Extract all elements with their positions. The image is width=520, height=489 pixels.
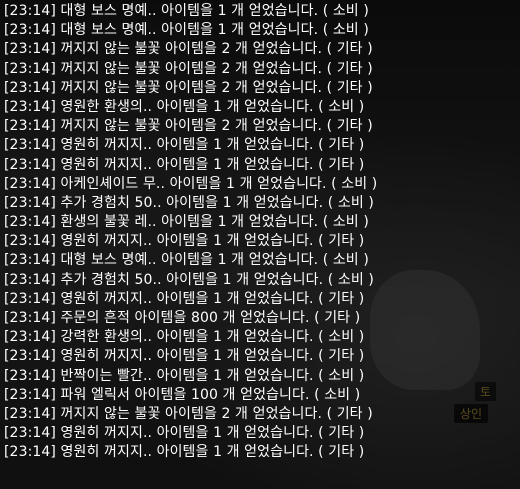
chat-line: [23:14] 영원히 꺼지지.. 아이템을 1 개 얻었습니다. ( 기타 ) [4, 444, 365, 461]
chat-line: [23:14] 아케인셰이드 무.. 아이템을 1 개 얻었습니다. ( 소비 … [4, 175, 378, 192]
chat-line: [23:14] 환생의 불꽃 레.. 아이템을 1 개 얻었습니다. ( 소비 … [4, 214, 369, 231]
chat-line: [23:14] 영원히 꺼지지.. 아이템을 1 개 얻었습니다. ( 기타 ) [4, 156, 365, 173]
chat-line: [23:14] 주문의 흔적 아이템을 800 개 얻었습니다. ( 기타 ) [4, 310, 361, 326]
item-acquisition-log[interactable]: [23:14] 대형 보스 명예.. 아이템을 1 개 얻었습니다. ( 소비 … [0, 0, 520, 489]
chat-line: [23:14] 영원히 꺼지지.. 아이템을 1 개 얻었습니다. ( 기타 ) [4, 425, 365, 442]
chat-line: [23:14] 꺼지지 않는 불꽃 아이템을 2 개 얻었습니다. ( 기타 ) [4, 405, 373, 422]
chat-line: [23:14] 반짝이는 빨간.. 아이템을 1 개 얻었습니다. ( 소비 ) [4, 367, 365, 384]
chat-line: [23:14] 꺼지지 않는 불꽃 아이템을 2 개 얻었습니다. ( 기타 ) [4, 60, 373, 77]
chat-line: [23:14] 꺼지지 않는 불꽃 아이템을 2 개 얻었습니다. ( 기타 ) [4, 118, 373, 135]
chat-line: [23:14] 대형 보스 명예.. 아이템을 1 개 얻었습니다. ( 소비 … [4, 22, 369, 39]
chat-line: [23:14] 꺼지지 않는 불꽃 아이템을 2 개 얻었습니다. ( 기타 ) [4, 79, 373, 96]
chat-line: [23:14] 꺼지지 않는 불꽃 아이템을 2 개 얻었습니다. ( 기타 ) [4, 41, 373, 58]
chat-line: [23:14] 영원히 꺼지지.. 아이템을 1 개 얻었습니다. ( 기타 ) [4, 233, 365, 250]
chat-line: [23:14] 영원히 꺼지지.. 아이템을 1 개 얻었습니다. ( 기타 ) [4, 348, 365, 365]
chat-line: [23:14] 추가 경험치 50.. 아이템을 1 개 얻었습니다. ( 소비… [4, 194, 374, 211]
chat-line: [23:14] 대형 보스 명예.. 아이템을 1 개 얻었습니다. ( 소비 … [4, 3, 369, 19]
chat-line: [23:14] 추가 경험치 50.. 아이템을 1 개 얻었습니다. ( 소비… [4, 271, 374, 288]
chat-line: [23:14] 대형 보스 명예.. 아이템을 1 개 얻었습니다. ( 소비 … [4, 252, 369, 269]
chat-line: [23:14] 파워 엘릭서 아이템을 100 개 얻었습니다. ( 소비 ) [4, 386, 361, 403]
chat-line: [23:14] 영원히 꺼지지.. 아이템을 1 개 얻었습니다. ( 기타 ) [4, 137, 365, 154]
chat-line: [23:14] 강력한 환생의.. 아이템을 1 개 얻었습니다. ( 소비 ) [4, 329, 365, 346]
chat-line: [23:14] 영원한 환생의.. 아이템을 1 개 얻었습니다. ( 소비 ) [4, 98, 365, 115]
chat-line: [23:14] 영원히 꺼지지.. 아이템을 1 개 얻었습니다. ( 기타 ) [4, 290, 365, 307]
